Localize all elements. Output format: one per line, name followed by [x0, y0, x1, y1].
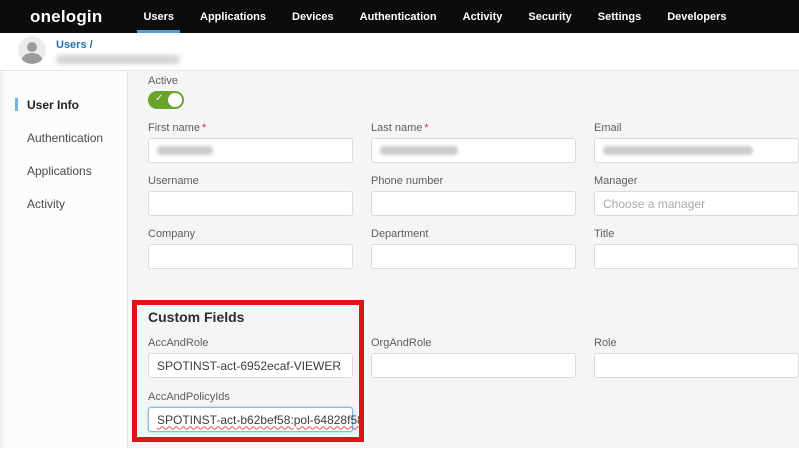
email-input[interactable]: [594, 138, 799, 163]
nav-item-applications[interactable]: Applications: [187, 0, 279, 33]
username-input[interactable]: [148, 191, 353, 216]
acc-and-policy-ids-field: AccAndPolicyIds SPOTINST-act-b62bef58:po…: [148, 391, 799, 432]
required-asterisk: *: [202, 122, 206, 134]
manager-field: Manager Choose a manager: [594, 175, 799, 216]
redacted-text: [380, 146, 458, 155]
page-header: Users /: [0, 33, 799, 70]
nav-item-devices[interactable]: Devices: [279, 0, 347, 33]
nav-item-settings[interactable]: Settings: [585, 0, 654, 33]
redacted-text: [603, 146, 753, 155]
manager-label: Manager: [594, 175, 799, 187]
role-field: Role: [594, 337, 799, 378]
nav-item-authentication[interactable]: Authentication: [347, 0, 450, 33]
redacted-text: [157, 146, 213, 155]
standard-fields-grid: First name* Last name* Email Username Ph…: [148, 122, 799, 269]
acc-and-role-field: AccAndRole SPOTINST-act-6952ecaf-VIEWER: [148, 337, 353, 378]
first-name-field: First name*: [148, 122, 353, 163]
first-name-label: First name: [148, 122, 200, 134]
spellcheck-underlined-value: SPOTINST-act-b62bef58:pol-64828f58: [157, 413, 364, 427]
sidebar: User Info Authentication Applications Ac…: [0, 71, 128, 448]
required-asterisk: *: [424, 122, 428, 134]
active-label: Active: [148, 75, 799, 87]
email-field: Email: [594, 122, 799, 163]
sidebar-item-user-info[interactable]: User Info: [3, 91, 127, 119]
acc-and-policy-ids-label: AccAndPolicyIds: [148, 391, 799, 403]
phone-number-field: Phone number: [371, 175, 576, 216]
department-input[interactable]: [371, 244, 576, 269]
acc-and-policy-ids-input[interactable]: SPOTINST-act-b62bef58:pol-64828f58: [148, 407, 353, 432]
username-field: Username: [148, 175, 353, 216]
first-name-input[interactable]: [148, 138, 353, 163]
redacted-user-name: [56, 55, 180, 64]
last-name-input[interactable]: [371, 138, 576, 163]
nav-item-activity[interactable]: Activity: [450, 0, 516, 33]
title-input[interactable]: [594, 244, 799, 269]
org-and-role-input[interactable]: [371, 353, 576, 378]
nav-items: Users Applications Devices Authenticatio…: [130, 0, 739, 33]
custom-fields-heading: Custom Fields: [148, 309, 799, 325]
nav-item-developers[interactable]: Developers: [654, 0, 739, 33]
email-label: Email: [594, 122, 799, 134]
company-field: Company: [148, 228, 353, 269]
last-name-field: Last name*: [371, 122, 576, 163]
company-label: Company: [148, 228, 353, 240]
nav-item-security[interactable]: Security: [515, 0, 584, 33]
user-info-form: Active ✓ First name* Last name* Email Us…: [128, 71, 799, 448]
title-label: Title: [594, 228, 799, 240]
manager-select[interactable]: Choose a manager: [594, 191, 799, 216]
custom-fields-section: Custom Fields AccAndRole SPOTINST-act-69…: [148, 309, 799, 432]
avatar-person-icon: [27, 42, 37, 52]
custom-fields-grid: AccAndRole SPOTINST-act-6952ecaf-VIEWER …: [148, 337, 799, 378]
title-field: Title: [594, 228, 799, 269]
org-and-role-field: OrgAndRole: [371, 337, 576, 378]
last-name-label: Last name: [371, 122, 422, 134]
content-area: User Info Authentication Applications Ac…: [0, 70, 799, 448]
sidebar-item-authentication[interactable]: Authentication: [3, 124, 127, 152]
onelogin-logo: onelogin: [30, 7, 102, 27]
top-navigation-bar: onelogin Users Applications Devices Auth…: [0, 0, 799, 33]
sidebar-item-activity[interactable]: Activity: [3, 190, 127, 218]
manager-placeholder: Choose a manager: [603, 197, 705, 211]
org-and-role-label: OrgAndRole: [371, 337, 576, 349]
acc-and-role-label: AccAndRole: [148, 337, 353, 349]
department-field: Department: [371, 228, 576, 269]
check-icon: ✓: [155, 93, 163, 104]
sidebar-item-applications[interactable]: Applications: [3, 157, 127, 185]
role-input[interactable]: [594, 353, 799, 378]
phone-number-input[interactable]: [371, 191, 576, 216]
phone-number-label: Phone number: [371, 175, 576, 187]
role-label: Role: [594, 337, 799, 349]
company-input[interactable]: [148, 244, 353, 269]
acc-and-role-input[interactable]: SPOTINST-act-6952ecaf-VIEWER: [148, 353, 353, 378]
department-label: Department: [371, 228, 576, 240]
user-avatar: [18, 36, 46, 64]
username-label: Username: [148, 175, 353, 187]
nav-item-users[interactable]: Users: [130, 0, 187, 33]
breadcrumb-users-link[interactable]: Users /: [56, 39, 93, 51]
active-toggle[interactable]: ✓: [148, 91, 184, 109]
